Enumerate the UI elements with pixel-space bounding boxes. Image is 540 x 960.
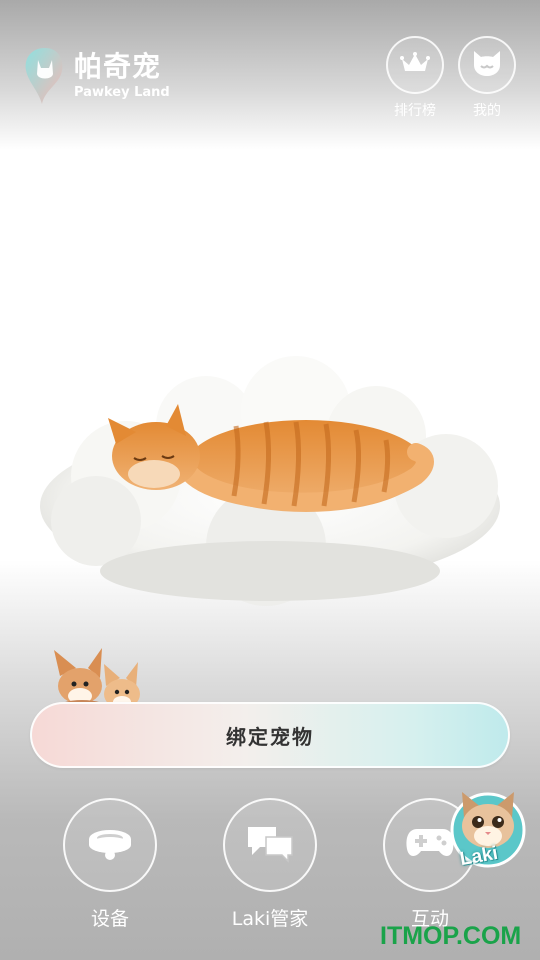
laki-assistant-avatar[interactable]: Laki [448, 788, 528, 878]
chat-bubbles-icon [246, 823, 294, 867]
app-logo: 帕奇宠 Pawkey Land [22, 44, 170, 108]
profile-button[interactable]: 我的 [458, 36, 516, 120]
profile-label: 我的 [473, 103, 501, 119]
bind-pet-label: 绑定宠物 [226, 724, 314, 749]
brand-name-en: Pawkey Land [74, 85, 170, 100]
ranking-label: 排行榜 [394, 103, 436, 119]
watermark-text: ITMOP.COM [380, 922, 522, 950]
top-bar: 帕奇宠 Pawkey Land 排行榜 我的 [0, 0, 540, 130]
brand-name-cn: 帕奇宠 [74, 50, 162, 83]
pet-collar-icon [87, 826, 133, 864]
cat-face-icon [471, 49, 503, 81]
crown-icon [400, 51, 430, 79]
nav-device-label: 设备 [90, 908, 129, 930]
ranking-button[interactable]: 排行榜 [386, 36, 444, 120]
sleeping-cat-on-cloud-image [36, 356, 504, 606]
logo-mark-icon [22, 44, 68, 108]
bind-pet-button[interactable]: 绑定宠物 [30, 702, 510, 768]
nav-laki-label: Laki管家 [231, 908, 309, 930]
nav-device-button[interactable]: 设备 [63, 798, 157, 931]
nav-laki-assistant-button[interactable]: Laki管家 [223, 798, 317, 931]
